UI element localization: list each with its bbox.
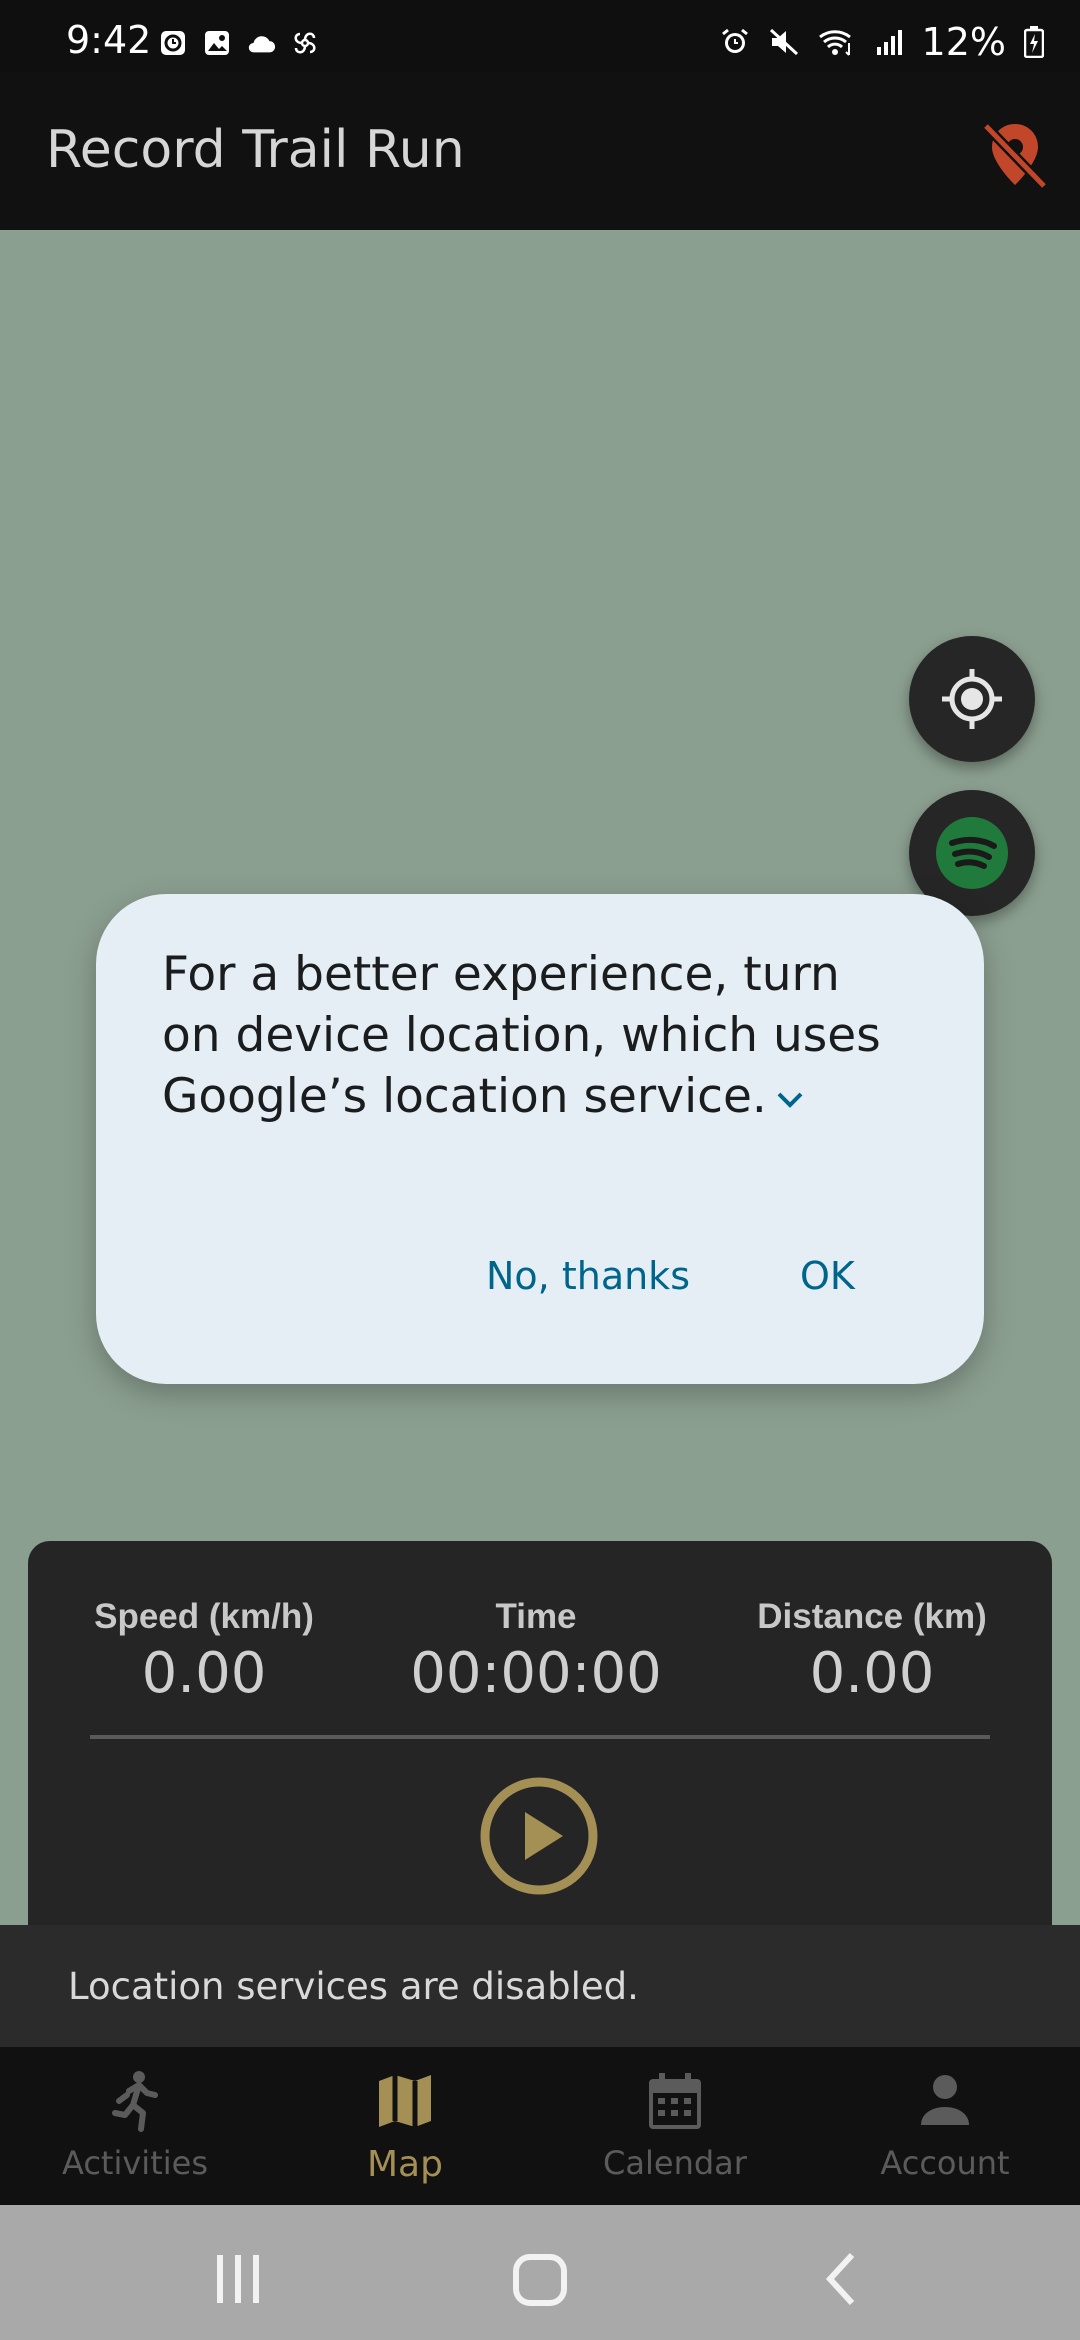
run-icon: [112, 2071, 158, 2132]
speed-stat: Speed (km/h) 0.00: [54, 1597, 354, 1706]
battery-percent: 12%: [921, 20, 1006, 64]
status-bar: 9:42 12%: [0, 0, 1080, 72]
nav-label-map: Map: [367, 2144, 443, 2185]
nav-label-account: Account: [880, 2144, 1010, 2182]
snackbar: Location services are disabled.: [0, 1925, 1080, 2047]
distance-value: 0.00: [809, 1641, 935, 1706]
pinwheel-notification-icon: [290, 28, 320, 58]
app-bar: Record Trail Run: [0, 72, 1080, 230]
wifi-icon: [818, 30, 851, 56]
distance-stat: Distance (km) 0.00: [722, 1597, 1022, 1706]
system-status-icons: 12%: [720, 20, 1044, 64]
back-button[interactable]: [814, 2249, 874, 2309]
dialog-message-container: For a better experience, turn on device …: [162, 944, 882, 1127]
page-title: Record Trail Run: [46, 120, 465, 180]
bottom-navigation: Activities Map Calendar Account: [0, 2047, 1080, 2205]
run-stats-panel: Speed (km/h) 0.00 Time 00:00:00 Distance…: [28, 1541, 1052, 1951]
speed-label: Speed (km/h): [94, 1597, 314, 1636]
system-navigation-bar: [0, 2205, 1080, 2340]
status-time: 9:42: [66, 18, 152, 62]
home-icon: [513, 2254, 567, 2306]
time-value: 00:00:00: [410, 1641, 662, 1706]
speed-value: 0.00: [141, 1641, 267, 1706]
cloud-notification-icon: [246, 28, 276, 58]
gallery-notification-icon: [202, 28, 232, 58]
back-icon: [825, 2252, 855, 2306]
no-thanks-button[interactable]: No, thanks: [486, 1254, 690, 1298]
nav-map[interactable]: Map: [270, 2069, 540, 2185]
calendar-icon: [649, 2073, 701, 2129]
battery-charging-icon: [1024, 26, 1044, 58]
person-icon: [921, 2075, 969, 2125]
expand-chevron-icon[interactable]: [773, 1088, 807, 1112]
nav-calendar[interactable]: Calendar: [540, 2069, 810, 2182]
notification-icons: [158, 28, 320, 58]
play-icon: [480, 1777, 598, 1895]
alarm-icon: [721, 28, 748, 53]
ok-button[interactable]: OK: [800, 1254, 855, 1298]
nav-label-calendar: Calendar: [603, 2144, 747, 2182]
mute-icon: [769, 28, 798, 56]
clock-notification-icon: [158, 28, 188, 58]
nav-label-activities: Activities: [62, 2144, 208, 2182]
snackbar-message: Location services are disabled.: [68, 1965, 639, 2008]
recent-apps-button[interactable]: [208, 2249, 268, 2309]
spotify-icon: [936, 817, 1008, 889]
location-off-icon: [982, 122, 1048, 190]
signal-icon: [876, 30, 902, 55]
home-button[interactable]: [510, 2249, 570, 2309]
start-recording-button[interactable]: [479, 1776, 599, 1896]
my-location-button[interactable]: [909, 636, 1035, 762]
recent-apps-icon: [217, 2255, 259, 2303]
time-label: Time: [495, 1597, 577, 1636]
time-stat: Time 00:00:00: [386, 1597, 686, 1706]
crosshair-icon: [942, 669, 1002, 729]
nav-activities[interactable]: Activities: [0, 2069, 270, 2182]
distance-label: Distance (km): [757, 1597, 987, 1636]
location-disabled-button[interactable]: [980, 118, 1050, 190]
map-icon: [379, 2075, 431, 2127]
stats-divider: [90, 1735, 990, 1739]
location-permission-dialog: For a better experience, turn on device …: [96, 894, 984, 1384]
nav-account[interactable]: Account: [810, 2069, 1080, 2182]
